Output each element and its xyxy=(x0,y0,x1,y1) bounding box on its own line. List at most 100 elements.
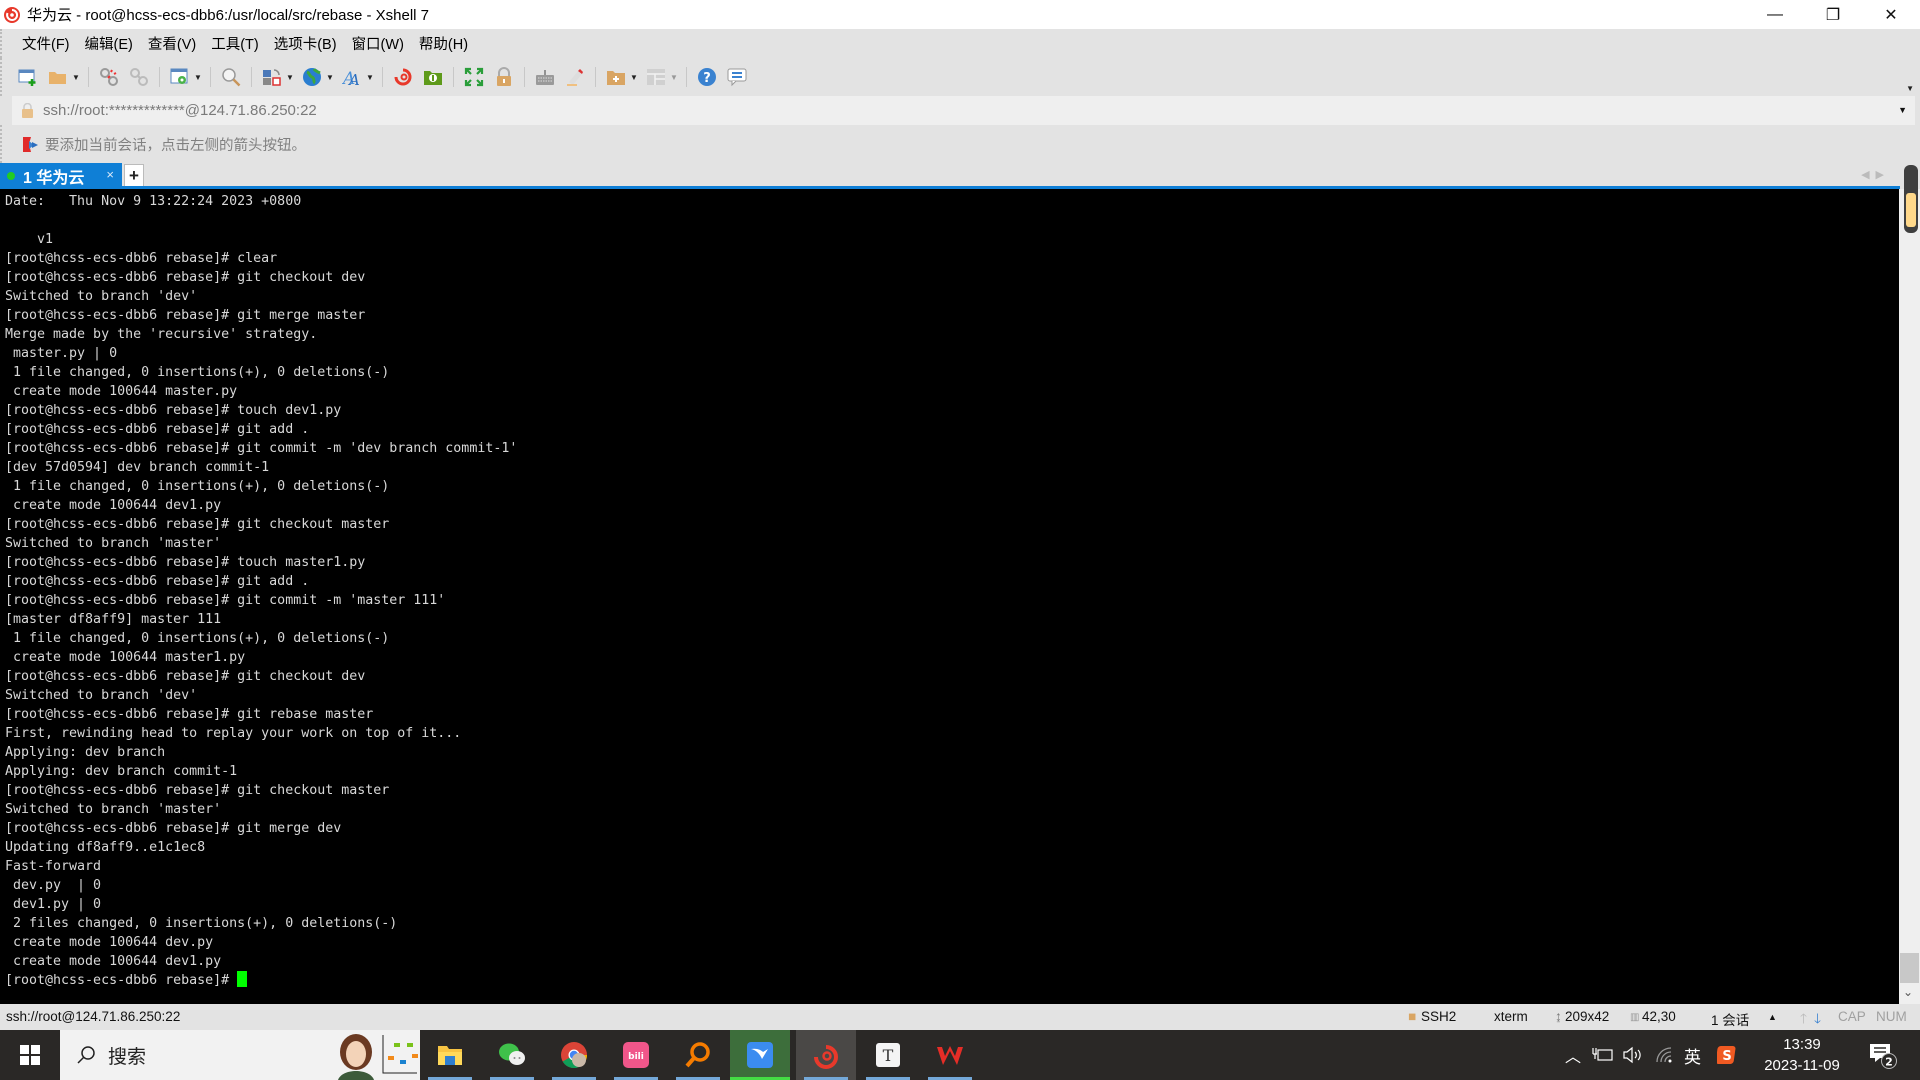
lock-button[interactable] xyxy=(492,65,516,89)
terminal-line: [root@hcss-ecs-dbb6 rebase]# git checkou… xyxy=(5,669,366,684)
transfer-icon xyxy=(263,69,281,86)
address-dropdown-icon[interactable]: ▼ xyxy=(1898,105,1907,115)
find-button[interactable] xyxy=(219,65,243,89)
menu-tab[interactable]: 选项卡(B) xyxy=(274,33,337,54)
search-highlight-illustration-icon xyxy=(338,1034,418,1080)
new-session-button[interactable] xyxy=(16,65,40,89)
battery-icon[interactable] xyxy=(1592,1046,1614,1064)
download-arrow-icon: 🡓 xyxy=(1814,1011,1822,1026)
fullscreen-button[interactable] xyxy=(462,65,486,89)
menu-window[interactable]: 窗口(W) xyxy=(352,33,404,54)
taskbar-xshell[interactable] xyxy=(796,1030,856,1080)
help-icon: ? xyxy=(698,68,716,86)
new-folder-button[interactable] xyxy=(604,65,628,89)
reconnect-button[interactable] xyxy=(127,65,151,89)
status-sessions[interactable]: 1 会话 xyxy=(1711,1009,1749,1029)
help-button[interactable]: ? xyxy=(695,65,719,89)
scrollbar-thumb[interactable] xyxy=(1900,953,1919,983)
xshell-button[interactable] xyxy=(391,65,415,89)
start-button[interactable] xyxy=(0,1030,60,1080)
taskbar-feishu[interactable] xyxy=(730,1030,790,1080)
terminal-scrollbar[interactable]: ⌄ xyxy=(1899,165,1920,1004)
ime-indicator[interactable]: 英 xyxy=(1684,1030,1701,1080)
add-tab-button[interactable]: + xyxy=(124,164,144,188)
font-button[interactable]: AA xyxy=(340,65,364,89)
menu-tools[interactable]: 工具(T) xyxy=(211,33,259,54)
menu-edit[interactable]: 编辑(E) xyxy=(85,33,133,54)
terminal-line: Fast-forward xyxy=(5,859,102,874)
search-icon xyxy=(77,1046,95,1064)
terminal-line: [root@hcss-ecs-dbb6 rebase]# git add . xyxy=(5,574,310,589)
add-session-arrow-icon[interactable] xyxy=(22,136,39,153)
terminal-line: master.py | 0 xyxy=(5,346,118,361)
tab-close-icon[interactable]: × xyxy=(106,167,114,182)
transfer-dropdown[interactable]: ▼ xyxy=(286,65,294,89)
terminal-line: [root@hcss-ecs-dbb6 rebase]# git add . xyxy=(5,422,310,437)
transfer-button[interactable] xyxy=(260,65,284,89)
keyboard-button[interactable] xyxy=(533,65,557,89)
xshell-taskbar-icon xyxy=(814,1045,838,1069)
tab-scroll-arrows-icon[interactable]: ◀▶ xyxy=(1861,168,1890,181)
terminal-line: [root@hcss-ecs-dbb6 rebase]# touch maste… xyxy=(5,555,366,570)
open-button[interactable] xyxy=(46,65,70,89)
sogou-ime-icon[interactable]: S xyxy=(1717,1045,1737,1065)
terminal-line: Date: Thu Nov 9 13:22:24 2023 +0800 xyxy=(5,194,302,209)
sessions-up-icon[interactable]: ▲ xyxy=(1768,1012,1777,1022)
font-icon: AA xyxy=(342,69,360,87)
properties-dropdown[interactable]: ▼ xyxy=(194,65,202,89)
taskbar-wechat[interactable] xyxy=(482,1030,542,1080)
toolbar-overflow-icon[interactable]: ▼ xyxy=(1906,84,1914,93)
menu-file[interactable]: 文件(F) xyxy=(22,33,70,54)
taskbar-clock[interactable]: 13:39 2023-11-09 xyxy=(1752,1034,1852,1076)
menu-view[interactable]: 查看(V) xyxy=(148,33,196,54)
minimize-button[interactable]: — xyxy=(1746,0,1804,29)
taskbar-typora[interactable]: T xyxy=(858,1030,918,1080)
action-center-button[interactable]: 2 xyxy=(1868,1030,1898,1080)
highlight-button[interactable] xyxy=(563,65,587,89)
properties-button[interactable] xyxy=(168,65,192,89)
disconnect-button[interactable] xyxy=(97,65,121,89)
font-dropdown[interactable]: ▼ xyxy=(366,65,374,89)
svg-text:bili: bili xyxy=(628,1052,644,1062)
taskbar-search[interactable]: 搜索 xyxy=(60,1030,420,1080)
taskbar-bilibili[interactable]: bili xyxy=(606,1030,666,1080)
address-bar[interactable]: ssh://root:*************@124.71.86.250:2… xyxy=(12,96,1915,125)
taskbar-wps[interactable] xyxy=(920,1030,980,1080)
menu-help[interactable]: 帮助(H) xyxy=(419,33,468,54)
toolbar-separator xyxy=(595,67,596,87)
notification-icon: 2 xyxy=(1870,1044,1897,1069)
taskbar-file-explorer[interactable] xyxy=(420,1030,480,1080)
tab-huaweicloud[interactable]: 1 华为云 × xyxy=(0,163,122,188)
notification-count: 2 xyxy=(1885,1056,1893,1069)
taskbar-chrome[interactable] xyxy=(544,1030,604,1080)
open-dropdown[interactable]: ▼ xyxy=(72,65,80,89)
address-input[interactable]: ssh://root:*************@124.71.86.250:2… xyxy=(43,102,317,119)
terminal-line: Switched to branch 'master' xyxy=(5,536,222,551)
toolbar-separator xyxy=(453,67,454,87)
layout-dropdown[interactable]: ▼ xyxy=(670,65,678,89)
layout-button[interactable] xyxy=(644,65,668,89)
menu-bar: 文件(F) 编辑(E) 查看(V) 工具(T) 选项卡(B) 窗口(W) 帮助(… xyxy=(0,29,1920,58)
volume-icon[interactable] xyxy=(1622,1046,1644,1064)
close-button[interactable]: ✕ xyxy=(1862,0,1920,29)
scroll-lock-handle[interactable] xyxy=(1904,165,1918,233)
restore-button[interactable]: ❐ xyxy=(1804,0,1862,29)
tray-show-hidden-icon[interactable]: ︿ xyxy=(1565,1030,1581,1080)
terminal-output[interactable]: Date: Thu Nov 9 13:22:24 2023 +0800 v1 [r… xyxy=(0,189,1899,1004)
toolbar-separator xyxy=(524,67,525,87)
search-icon xyxy=(222,68,241,87)
xftp-button[interactable] xyxy=(421,65,445,89)
magnifier-app-icon xyxy=(685,1042,710,1068)
highlighter-icon xyxy=(567,69,583,86)
globe-dropdown[interactable]: ▼ xyxy=(326,65,334,89)
wifi-icon[interactable] xyxy=(1655,1046,1675,1064)
scroll-down-icon[interactable]: ⌄ xyxy=(1903,985,1913,999)
terminal-line: [root@hcss-ecs-dbb6 rebase]# git checkou… xyxy=(5,783,390,798)
taskbar-search-app[interactable] xyxy=(668,1030,728,1080)
terminal-line: [root@hcss-ecs-dbb6 rebase]# touch dev1.… xyxy=(5,403,342,418)
globe-button[interactable] xyxy=(300,65,324,89)
chat-button[interactable] xyxy=(725,65,749,89)
new-folder-dropdown[interactable]: ▼ xyxy=(630,65,638,89)
xftp-folder-icon xyxy=(424,71,442,85)
terminal-line: Switched to branch 'master' xyxy=(5,802,222,817)
